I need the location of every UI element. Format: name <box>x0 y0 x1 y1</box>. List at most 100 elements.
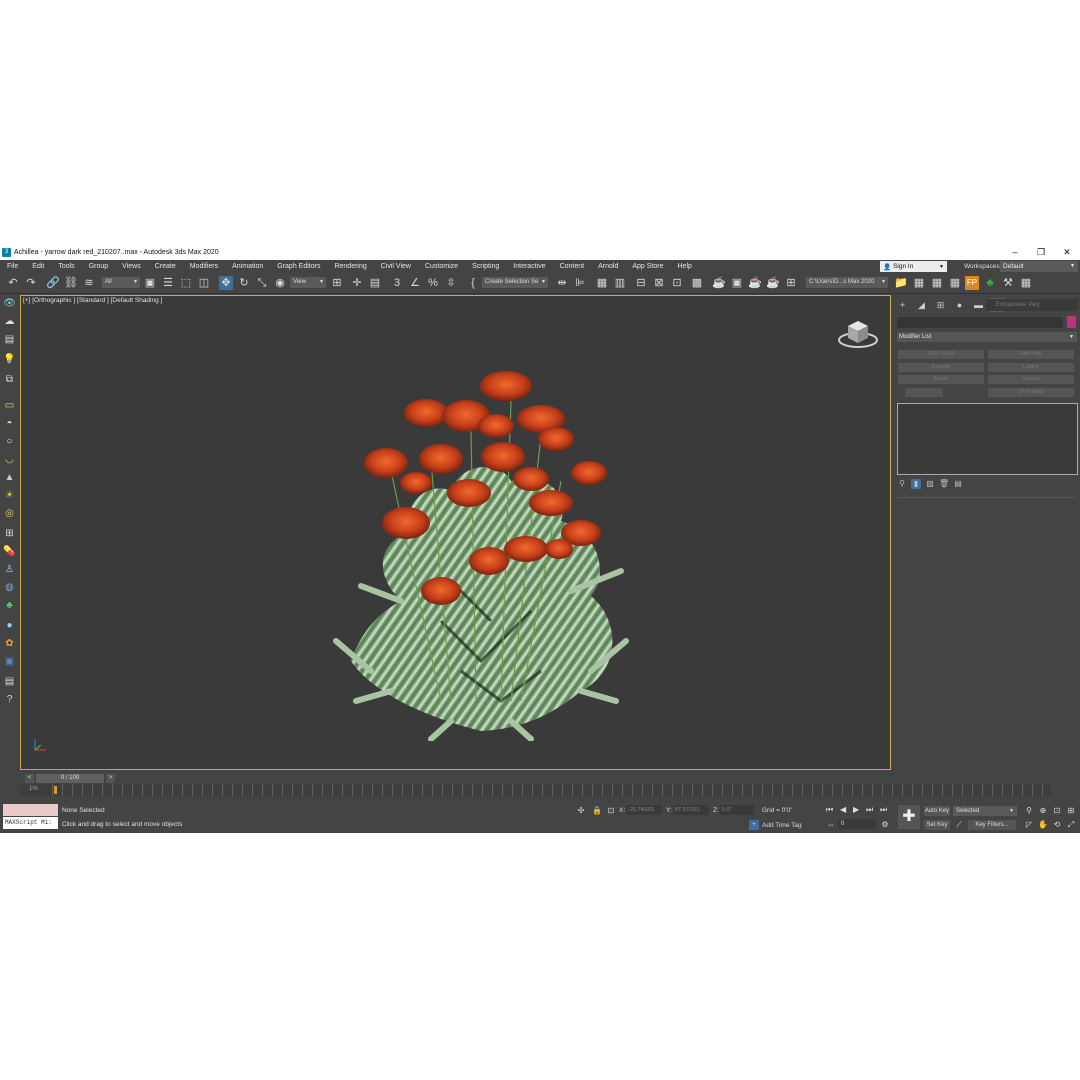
ref-coord-dropdown[interactable]: View ▼ <box>290 277 326 288</box>
maxscript-listener-input[interactable]: MAXScript Mi: <box>3 817 58 829</box>
pan-icon[interactable]: ✋ <box>1038 820 1048 830</box>
show-end-result-icon[interactable]: ▮ <box>911 479 921 489</box>
menu-customize[interactable]: Customize <box>418 263 465 270</box>
object-name-field[interactable] <box>897 317 1063 328</box>
set-keys-icon[interactable]: ✚ <box>898 805 920 829</box>
plant-icon[interactable]: ♣ <box>3 599 16 612</box>
forest-pack-icon[interactable]: FP <box>965 276 979 290</box>
make-unique-icon[interactable]: ▨ <box>925 479 935 489</box>
display-tab-icon[interactable]: ▬ <box>971 298 986 312</box>
figure-icon[interactable]: ♙ <box>3 563 16 576</box>
modifier-button-ffd[interactable]: FFD 2x2x2 <box>898 350 984 359</box>
unlink-icon[interactable]: ⛓ <box>64 276 78 290</box>
move-icon[interactable]: ✥ <box>219 276 233 290</box>
object-color-swatch[interactable] <box>1067 316 1076 328</box>
workspace-select[interactable]: Default ▼ <box>1000 261 1078 272</box>
key-filters-button[interactable]: Key Filters... <box>968 820 1016 830</box>
toggle-ribbon-icon[interactable]: ▥ <box>613 276 627 290</box>
field-of-view-icon[interactable]: ◸ <box>1024 820 1034 830</box>
play-icon[interactable]: ▶ <box>853 805 859 814</box>
globe-icon[interactable]: ◍ <box>3 581 16 594</box>
arnold-render-icon[interactable]: ▦ <box>948 276 962 290</box>
align-icon[interactable]: ⊫ <box>573 276 587 290</box>
motion-tab-icon[interactable]: ● <box>952 298 967 312</box>
orbit-icon[interactable]: ⟲ <box>1052 820 1062 830</box>
light-icon[interactable]: 💡 <box>3 353 16 366</box>
hierarchy-tab-icon[interactable]: ⊞ <box>933 298 948 312</box>
cloud-icon[interactable]: ☁ <box>3 315 16 328</box>
modifier-button-bevel[interactable]: Bevel <box>898 375 984 384</box>
edit-named-sets-icon[interactable]: { <box>466 276 480 290</box>
window-crossing-icon[interactable]: ◫ <box>197 276 211 290</box>
arnold-light-icon[interactable]: ▦ <box>930 276 944 290</box>
tools-icon[interactable]: ⚒ <box>1001 276 1015 290</box>
capsule-icon[interactable]: 💊 <box>3 545 16 558</box>
menu-group[interactable]: Group <box>82 263 115 270</box>
menu-animation[interactable]: Animation <box>225 263 270 270</box>
zoom-all-icon[interactable]: ⊕ <box>1038 806 1048 816</box>
x-coordinate-field[interactable]: -25.74/101 <box>626 805 662 815</box>
maximize-viewport-icon[interactable]: ⤢ <box>1066 820 1076 830</box>
zoom-extents-all-icon[interactable]: ⊞ <box>1066 806 1076 816</box>
menu-file[interactable]: File <box>0 263 25 270</box>
scale-icon[interactable]: ⤡ <box>255 276 269 290</box>
key-mode-icon[interactable]: ⇔ <box>826 820 836 830</box>
track-bar[interactable]: 1% <box>20 784 1051 796</box>
zoom-extents-icon[interactable]: ⊡ <box>1052 806 1062 816</box>
modifier-button-uvw-map[interactable]: UVW Map <box>988 388 1074 397</box>
railclone-icon[interactable]: ♣ <box>983 276 997 290</box>
document-icon[interactable]: ▤ <box>3 675 16 688</box>
modifier-list-dropdown[interactable]: Modifier List ▼ <box>897 332 1077 342</box>
bowl-icon[interactable]: ◡ <box>3 453 16 466</box>
pin-stack-icon[interactable]: ⚲ <box>897 479 907 489</box>
percent-snap-icon[interactable]: % <box>426 276 440 290</box>
menu-app-store[interactable]: App Store <box>625 263 670 270</box>
menu-help[interactable]: Help <box>671 263 699 270</box>
rect-selection-icon[interactable]: ⬚ <box>179 276 193 290</box>
set-key-button[interactable]: Set Key <box>924 820 950 830</box>
y-coordinate-field[interactable]: 87.57/101 <box>673 805 709 815</box>
key-tangent-icon[interactable]: ⟋ <box>954 820 964 830</box>
menu-scripting[interactable]: Scripting <box>465 263 506 270</box>
remove-modifier-icon[interactable]: 🗑 <box>939 479 949 489</box>
grid-icon[interactable]: ⊞ <box>3 527 16 540</box>
go-to-start-icon[interactable]: ⏮ <box>826 805 833 815</box>
configure-sets-icon[interactable]: ▤ <box>953 479 963 489</box>
mirror-icon[interactable]: ⇹ <box>555 276 569 290</box>
curve-editor-icon[interactable]: ⊟ <box>634 276 648 290</box>
plane-icon[interactable]: ▭ <box>3 399 16 412</box>
screen-icon[interactable]: ▣ <box>3 655 16 668</box>
go-to-end-icon[interactable]: ⏭ <box>880 805 887 815</box>
menu-interactive[interactable]: Interactive <box>506 263 552 270</box>
key-set-dropdown[interactable]: Selected ▼ <box>953 806 1017 816</box>
menu-views[interactable]: Views <box>115 263 148 270</box>
previous-frame-icon[interactable]: ◀ <box>840 805 846 814</box>
redo-icon[interactable]: ↷ <box>24 276 38 290</box>
menu-edit[interactable]: Edit <box>25 263 51 270</box>
time-prev-button[interactable]: < <box>25 774 34 783</box>
time-slider-thumb[interactable]: 0 / 100 <box>36 774 104 783</box>
help-icon[interactable]: ? <box>3 693 16 706</box>
maxscript-listener-output[interactable] <box>3 804 58 816</box>
object-paint-icon[interactable]: 👁 <box>3 297 16 310</box>
auto-key-button[interactable]: Auto Key <box>924 806 950 816</box>
menu-content[interactable]: Content <box>553 263 592 270</box>
minimize-button[interactable]: – <box>1002 245 1028 260</box>
menu-create[interactable]: Create <box>148 263 183 270</box>
selection-filter-dropdown[interactable]: All ▼ <box>102 277 140 288</box>
angle-snap-icon[interactable]: ∠ <box>408 276 422 290</box>
modifier-stack-list[interactable] <box>897 403 1078 475</box>
time-slider[interactable]: < 0 / 100 > <box>20 773 891 784</box>
render-production-icon[interactable]: ▣ <box>730 276 744 290</box>
modifier-button-edit-poly[interactable]: Edit Poly <box>988 350 1074 359</box>
pivot-center-icon[interactable]: ⊞ <box>330 276 344 290</box>
layer-explorer-icon[interactable]: ▦ <box>595 276 609 290</box>
command-search-input[interactable]: Extrapolate Vary <box>986 299 1078 311</box>
close-button[interactable]: ✕ <box>1054 245 1080 260</box>
modifier-button-extrude[interactable]: Extrude <box>898 363 984 372</box>
sign-in-dropdown[interactable]: 👤 Sign In ▼ <box>880 261 947 272</box>
viewport-orthographic[interactable]: [+] [Orthographic ] [Standard ] [Default… <box>20 295 891 770</box>
select-by-name-icon[interactable]: ☰ <box>161 276 175 290</box>
absolute-mode-icon[interactable]: ⊡ <box>606 806 616 816</box>
modify-tab-icon[interactable]: ◢ <box>914 298 929 312</box>
